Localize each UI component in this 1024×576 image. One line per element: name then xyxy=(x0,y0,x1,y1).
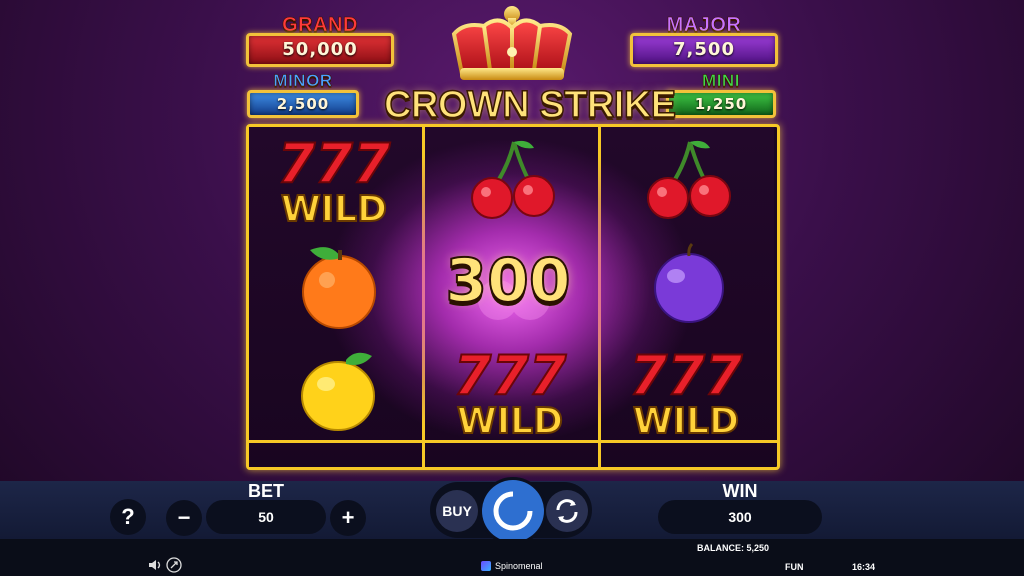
lemon-icon xyxy=(301,352,375,431)
reel-bottom-line xyxy=(249,440,777,443)
grand-jackpot-value: 50,000 xyxy=(246,33,394,67)
svg-text:777: 777 xyxy=(278,132,391,195)
crown-icon xyxy=(451,6,573,80)
minor-jackpot-label: MINOR xyxy=(273,71,333,91)
bet-plus-button[interactable]: + xyxy=(330,500,366,536)
bet-title: BET xyxy=(248,481,284,501)
svg-text:WILD: WILD xyxy=(633,401,739,440)
wild-777-icon: 777 WILD xyxy=(277,131,392,228)
brand-name: Spinomenal xyxy=(495,561,543,571)
svg-text:WILD: WILD xyxy=(457,401,563,440)
sound-icon[interactable] xyxy=(148,559,162,571)
svg-text:777: 777 xyxy=(630,344,743,407)
autoplay-button[interactable] xyxy=(546,490,588,532)
bet-value-field: 50 xyxy=(206,500,326,534)
spin-icon xyxy=(493,491,533,531)
brand-logo-icon xyxy=(481,561,491,571)
win-value-field: 300 xyxy=(658,500,822,534)
major-jackpot-value: 7,500 xyxy=(630,33,778,67)
wild-777-icon: 777 WILD xyxy=(453,343,568,440)
win-title: WIN xyxy=(722,481,758,501)
svg-text:WILD: WILD xyxy=(281,189,387,228)
cherry-icon xyxy=(471,140,555,219)
autoplay-icon xyxy=(556,499,578,523)
turbo-icon[interactable] xyxy=(166,557,182,573)
game-logo: CROWN STRIKE xyxy=(383,83,677,127)
orange-icon xyxy=(302,247,376,329)
bet-minus-button[interactable]: − xyxy=(166,500,202,536)
brand-logo: Spinomenal xyxy=(481,560,543,572)
reel-divider xyxy=(598,127,601,467)
buy-button[interactable]: BUY xyxy=(436,490,478,532)
mode-text: FUN xyxy=(785,562,804,572)
wild-777-icon: 777 WILD xyxy=(629,343,744,440)
mini-jackpot-value: 1,250 xyxy=(666,90,776,118)
svg-text:777: 777 xyxy=(454,344,567,407)
win-amount-overlay: 300 xyxy=(444,245,571,317)
cherry-icon xyxy=(647,140,731,219)
help-button[interactable]: ? xyxy=(110,499,146,535)
clock-text: 16:34 xyxy=(852,562,876,572)
spin-button[interactable] xyxy=(482,480,544,542)
minor-jackpot-value: 2,500 xyxy=(247,90,359,118)
plum-icon xyxy=(654,242,724,323)
reel-divider xyxy=(422,127,425,467)
balance-text: BALANCE: 5,250 xyxy=(697,543,770,553)
mini-jackpot-label: MINI xyxy=(702,71,740,91)
